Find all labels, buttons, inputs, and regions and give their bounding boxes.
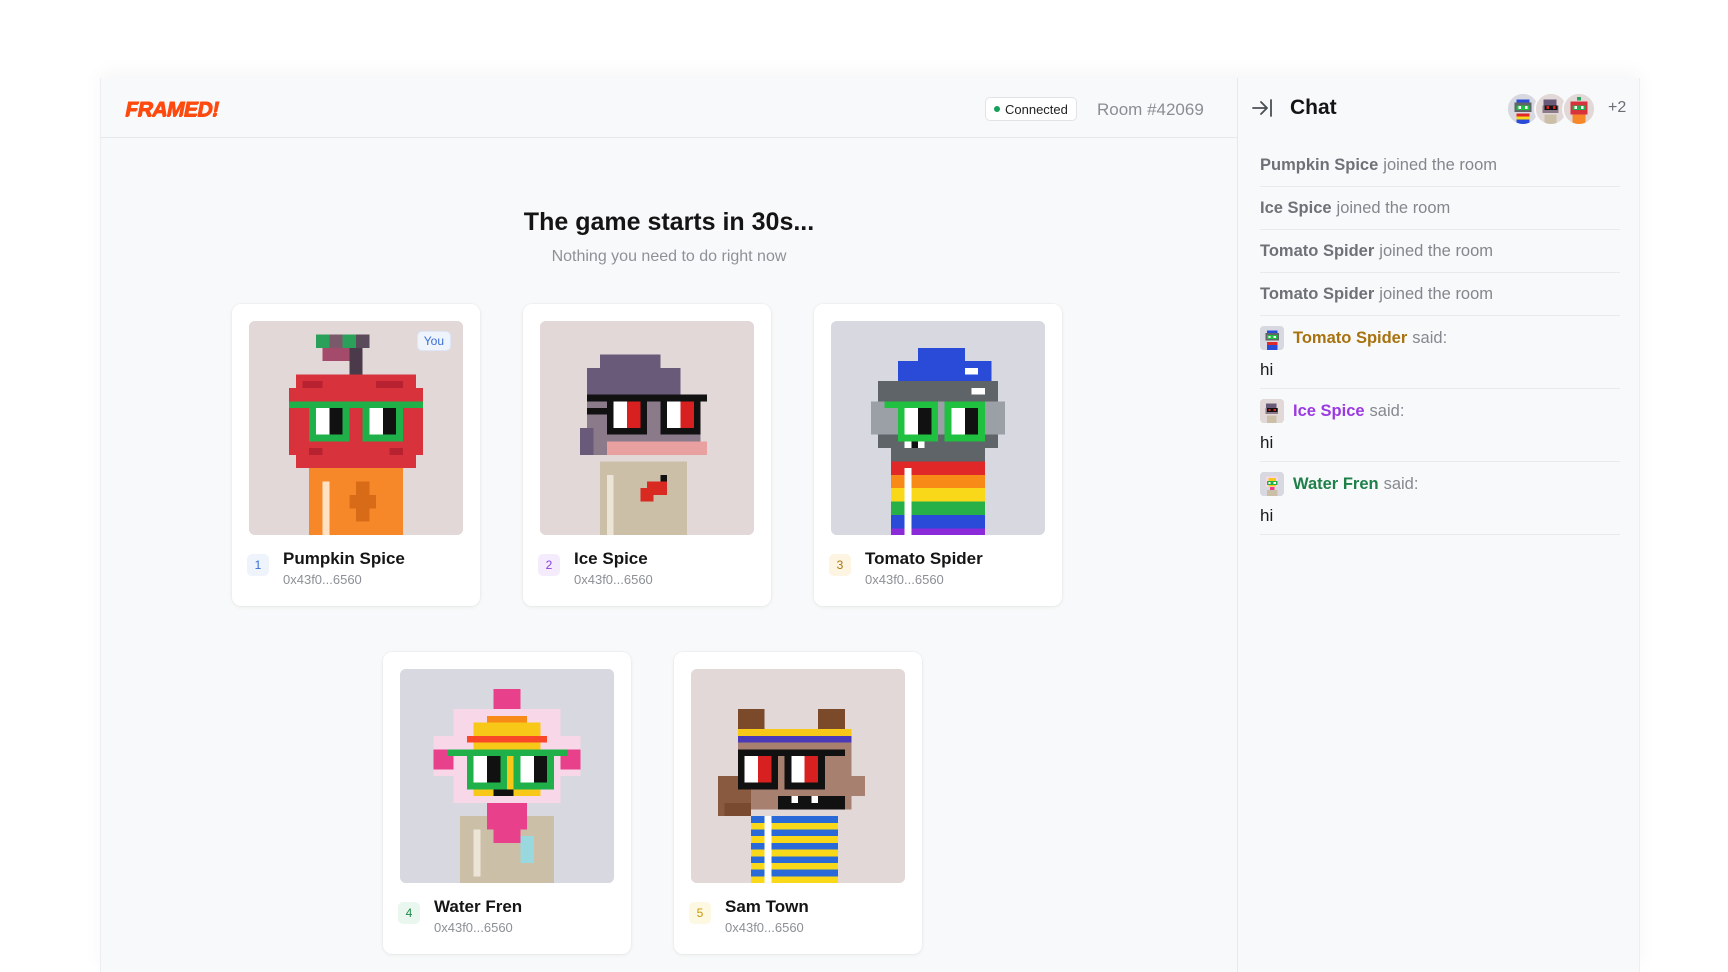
message-user: Water Fren [1293, 474, 1379, 493]
dog-head-avatar [691, 669, 905, 883]
chat-message: Ice Spice said: hi [1260, 389, 1620, 462]
page-subtitle: Nothing you need to do right now [551, 248, 787, 265]
you-badge: You [416, 331, 451, 351]
player-name: Tomato Spider [865, 549, 983, 568]
event-user: Pumpkin Spice [1260, 155, 1379, 174]
player-address: 0x43f0...6560 [574, 572, 653, 587]
message-said: said: [1383, 474, 1419, 493]
player-card[interactable]: 3 Tomato Spider 0x43f0...6560 [814, 304, 1062, 606]
connection-status-badge: Connected [985, 97, 1077, 121]
player-address: 0x43f0...6560 [725, 920, 804, 935]
player-name: Sam Town [725, 897, 809, 916]
chat-panel: Chat +2 Pumpkin Spice joined the room Ic… [1237, 78, 1641, 972]
message-body: hi [1260, 506, 1274, 525]
event-text: joined the room [1379, 241, 1494, 260]
rank-badge: 3 [829, 554, 851, 576]
status-dot-icon [994, 106, 1000, 112]
avatar[interactable] [1260, 399, 1284, 423]
more-participants-count[interactable]: +2 [1608, 99, 1626, 117]
connection-status-label: Connected [1005, 101, 1068, 117]
message-said: said: [1412, 328, 1448, 347]
purple-hair-avatar [540, 321, 754, 535]
avatar[interactable] [1260, 326, 1284, 350]
player-address: 0x43f0...6560 [865, 572, 944, 587]
message-body: hi [1260, 360, 1274, 379]
chat-message-list: Pumpkin Spice joined the room Ice Spice … [1260, 144, 1620, 535]
room-id: Room #42069 [1097, 100, 1204, 119]
rank-badge: 2 [538, 554, 560, 576]
chat-event: Tomato Spider joined the room [1260, 273, 1620, 316]
event-user: Tomato Spider [1260, 284, 1375, 303]
rank-badge: 4 [398, 902, 420, 924]
participant-avatars[interactable] [1506, 92, 1596, 126]
chat-event: Pumpkin Spice joined the room [1260, 144, 1620, 187]
player-card[interactable]: 5 Sam Town 0x43f0...6560 [674, 652, 922, 954]
event-text: joined the room [1383, 155, 1498, 174]
chat-event: Ice Spice joined the room [1260, 187, 1620, 230]
app-window: FRAMED! Connected Room #42069 The game s… [100, 78, 1640, 972]
event-user: Ice Spice [1260, 198, 1332, 217]
chat-message: Tomato Spider said: hi [1260, 316, 1620, 389]
page-title: The game starts in 30s... [523, 208, 815, 236]
chat-message: Water Fren said: hi [1260, 462, 1620, 535]
message-header: Ice Spice said: [1260, 399, 1620, 423]
framed-logo[interactable]: FRAMED! [125, 98, 219, 122]
event-text: joined the room [1379, 284, 1494, 303]
apple-head-avatar: You [249, 321, 463, 535]
collapse-panel-icon[interactable] [1250, 96, 1274, 120]
message-user: Ice Spice [1293, 401, 1365, 420]
event-user: Tomato Spider [1260, 241, 1375, 260]
player-address: 0x43f0...6560 [434, 920, 513, 935]
chat-title: Chat [1290, 96, 1337, 119]
flower-head-avatar [400, 669, 614, 883]
message-said: said: [1369, 401, 1405, 420]
player-name: Pumpkin Spice [283, 549, 405, 568]
player-card[interactable]: You 1 Pumpkin Spice 0x43f0...6560 [232, 304, 480, 606]
event-text: joined the room [1336, 198, 1451, 217]
message-body: hi [1260, 433, 1274, 452]
avatar[interactable] [1260, 472, 1284, 496]
top-bar: FRAMED! Connected Room #42069 [101, 78, 1237, 138]
message-header: Water Fren said: [1260, 472, 1620, 496]
player-name: Ice Spice [574, 549, 648, 568]
helmet-rainbow-avatar [831, 321, 1045, 535]
player-card[interactable]: 4 Water Fren 0x43f0...6560 [383, 652, 631, 954]
rank-badge: 5 [689, 902, 711, 924]
player-name: Water Fren [434, 897, 523, 916]
chat-event: Tomato Spider joined the room [1260, 230, 1620, 273]
message-user: Tomato Spider [1293, 328, 1408, 347]
avatar [1562, 92, 1596, 126]
player-card[interactable]: 2 Ice Spice 0x43f0...6560 [523, 304, 771, 606]
message-header: Tomato Spider said: [1260, 326, 1620, 350]
player-address: 0x43f0...6560 [283, 572, 362, 587]
rank-badge: 1 [247, 554, 269, 576]
